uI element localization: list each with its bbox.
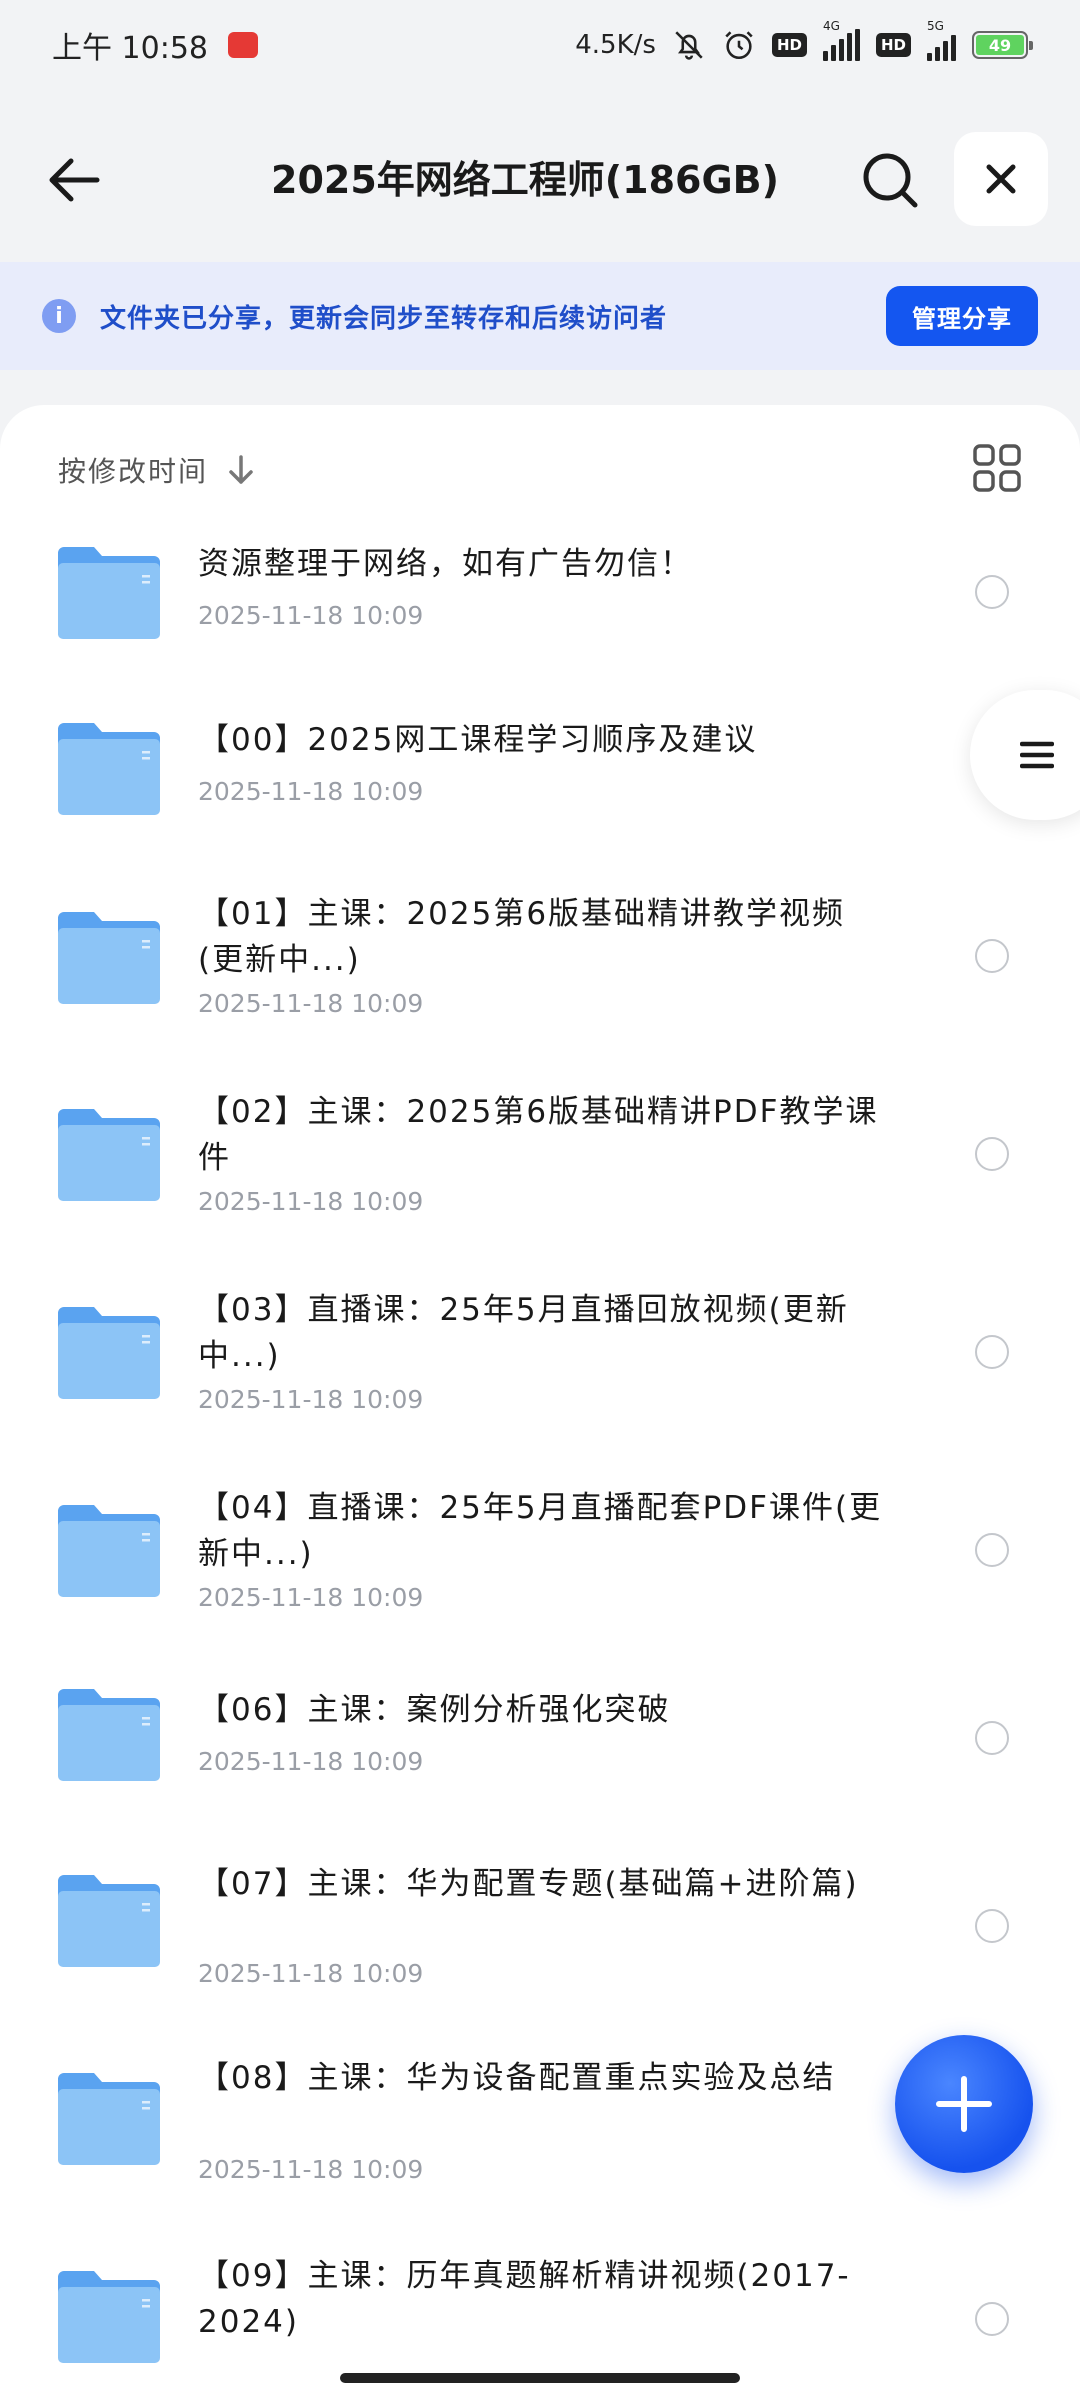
select-checkbox[interactable] <box>975 939 1009 973</box>
select-checkbox[interactable] <box>975 1533 1009 1567</box>
grid-icon <box>973 444 1021 492</box>
net-type-label: 5G <box>927 19 944 33</box>
select-checkbox[interactable] <box>975 1721 1009 1755</box>
modified-date: 2025-11-18 10:09 <box>198 1187 424 1216</box>
share-notice-text: 文件夹已分享，更新会同步至转存和后续访问者 <box>100 303 668 334</box>
manage-share-button[interactable]: 管理分享 <box>886 286 1038 346</box>
net-speed: 4.5K/s <box>575 30 656 60</box>
plus-icon <box>936 2076 992 2132</box>
search-button[interactable] <box>855 150 925 210</box>
select-checkbox[interactable] <box>975 1909 1009 1943</box>
folder-name: 【07】主课：华为配置专题(基础篇+进阶篇) <box>198 1866 859 1902</box>
close-button[interactable] <box>954 132 1048 226</box>
search-icon <box>863 153 918 208</box>
modified-date: 2025-11-18 10:09 <box>198 1959 424 1988</box>
signal-4g-icon: 4G <box>822 19 860 61</box>
modified-date: 2025-11-18 10:09 <box>198 601 424 630</box>
close-icon <box>986 164 1016 194</box>
page-title: 2025年网络工程师(186GB) <box>271 158 779 202</box>
status-bar: 上午 10:58 头条 4.5K/s HD 4G HD 5G <box>0 0 1080 90</box>
folder-name: 资源整理于网络，如有广告勿信！ <box>198 546 693 582</box>
folder-name: 【02】主课：2025第6版基础精讲PDF教学课件 <box>198 1094 879 1176</box>
folder-name: 【06】主课：案例分析强化突破 <box>198 1692 671 1728</box>
title-bar: 2025年网络工程师(186GB) <box>0 120 1080 240</box>
modified-date: 2025-11-18 10:09 <box>198 1385 424 1414</box>
news-app-icon: 头条 <box>228 32 258 58</box>
modified-date: 2025-11-18 10:09 <box>198 777 424 806</box>
folder-name: 【08】主课：华为设备配置重点实验及总结 <box>198 2060 836 2096</box>
modified-date: 2025-11-18 10:09 <box>198 989 424 1018</box>
folder-icon <box>58 1109 160 1201</box>
folder-icon <box>58 2271 160 2363</box>
folder-icon <box>58 1875 160 1967</box>
select-checkbox[interactable] <box>975 575 1009 609</box>
mute-bell-icon <box>675 31 703 60</box>
hd-badge: HD <box>771 33 807 57</box>
hd-badge: HD <box>875 33 911 57</box>
sort-toggle[interactable]: 按修改时间 <box>58 445 256 495</box>
folder-name: 【01】主课：2025第6版基础精讲教学视频(更新中...) <box>198 896 846 978</box>
modified-date: 2025-11-18 10:09 <box>198 1747 424 1776</box>
grid-view-button[interactable] <box>972 443 1022 493</box>
back-button[interactable] <box>38 150 108 210</box>
folder-name: 【09】主课：历年真题解析精讲视频(2017-2024) <box>198 2258 851 2340</box>
alarm-icon <box>725 31 753 60</box>
signal-5g-icon: 5G <box>927 19 956 61</box>
arrow-down-icon <box>229 455 253 484</box>
select-checkbox[interactable] <box>975 1335 1009 1369</box>
share-banner: i 文件夹已分享，更新会同步至转存和后续访问者 管理分享 <box>0 262 1080 370</box>
info-icon: i <box>42 299 76 333</box>
folder-icon <box>58 2073 160 2165</box>
status-time: 上午 10:58 <box>52 31 208 66</box>
folder-name: 【03】直播课：25年5月直播回放视频(更新中...) <box>198 1292 849 1374</box>
arrow-left-icon <box>49 158 100 202</box>
battery-level: 49 <box>976 35 1024 55</box>
modified-date: 2025-11-18 10:09 <box>198 2155 424 2184</box>
battery-icon: 49 <box>972 31 1033 59</box>
add-button[interactable] <box>895 2035 1033 2173</box>
folder-icon <box>58 1307 160 1399</box>
home-indicator[interactable] <box>340 2373 740 2383</box>
folder-name: 【00】2025网工课程学习顺序及建议 <box>198 722 758 758</box>
sort-label: 按修改时间 <box>58 455 209 488</box>
net-type-label: 4G <box>822 19 840 33</box>
folder-icon <box>58 1505 160 1597</box>
folder-name: 【04】直播课：25年5月直播配套PDF课件(更新中...) <box>198 1490 883 1572</box>
folder-icon <box>58 723 160 815</box>
folder-icon <box>58 912 160 1004</box>
folder-icon <box>58 1689 160 1781</box>
modified-date: 2025-11-18 10:09 <box>198 1583 424 1612</box>
folder-icon <box>58 547 160 639</box>
select-checkbox[interactable] <box>975 1137 1009 1171</box>
select-checkbox[interactable] <box>975 2302 1009 2336</box>
menu-icon <box>1020 741 1054 769</box>
